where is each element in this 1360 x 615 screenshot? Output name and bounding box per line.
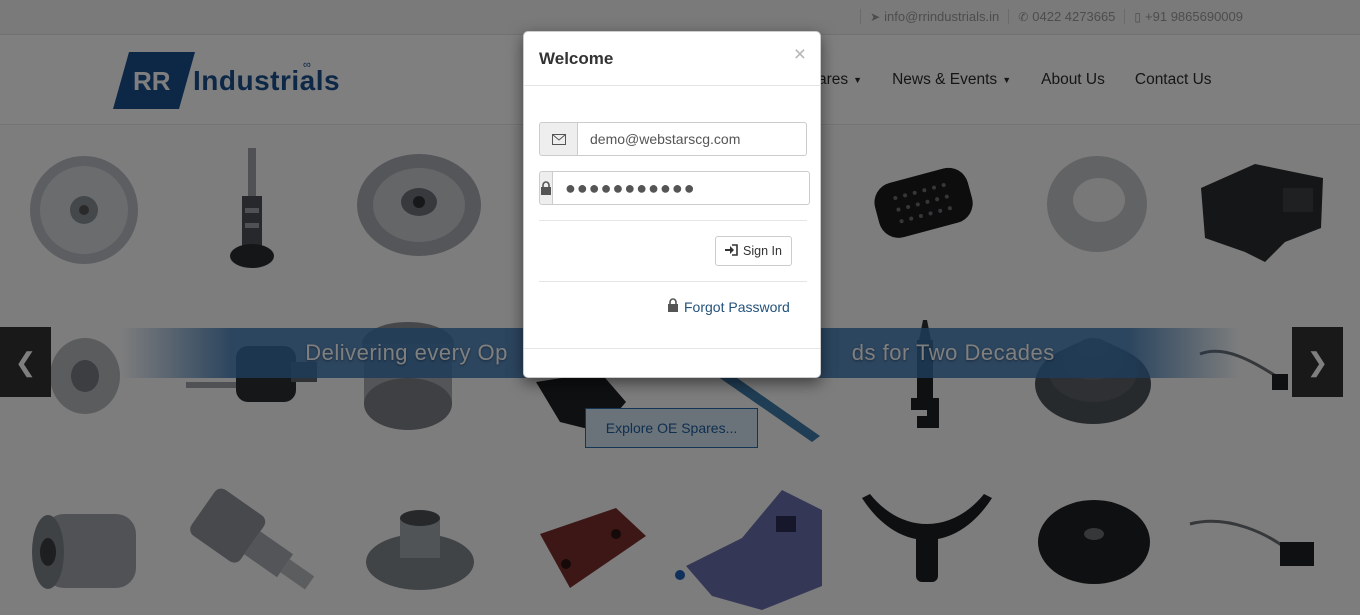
- password-input-group: [539, 171, 810, 205]
- divider: [539, 220, 807, 221]
- forgot-password-label: Forgot Password: [684, 298, 790, 315]
- sign-in-button[interactable]: Sign In: [715, 236, 792, 266]
- lock-icon: [667, 298, 679, 315]
- password-field[interactable]: [553, 171, 810, 205]
- lock-icon: [539, 171, 553, 205]
- sign-in-icon: [725, 243, 738, 259]
- modal-header: Welcome ×: [524, 32, 820, 86]
- envelope-icon: [539, 122, 578, 156]
- email-input-group: [539, 122, 807, 156]
- email-field[interactable]: [578, 122, 807, 156]
- close-icon[interactable]: ×: [794, 44, 806, 65]
- forgot-password-link[interactable]: Forgot Password: [667, 298, 790, 315]
- modal-title: Welcome: [539, 49, 614, 68]
- login-modal: Welcome × Sign In Forgot Pa: [523, 31, 821, 378]
- divider: [539, 281, 807, 282]
- sign-in-label: Sign In: [743, 244, 782, 258]
- modal-footer: [524, 348, 820, 349]
